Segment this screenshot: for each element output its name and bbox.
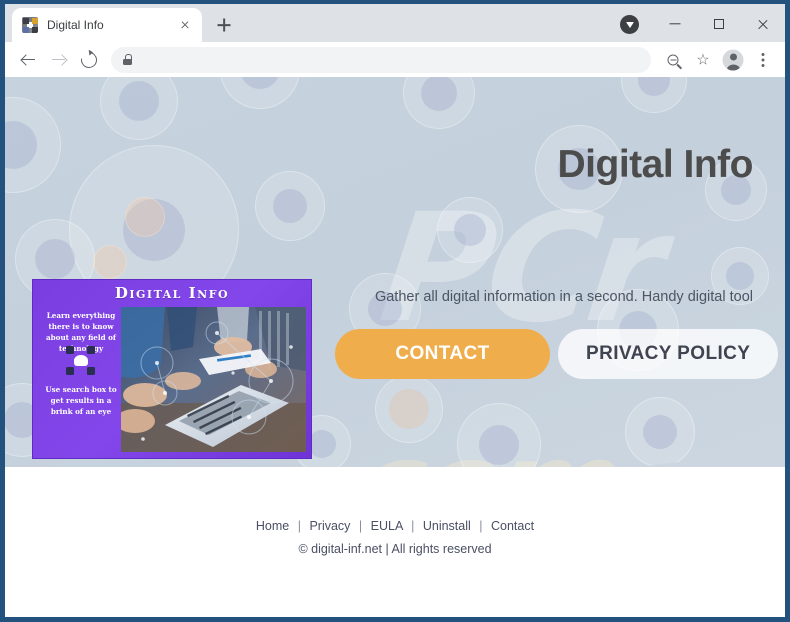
promo-banner[interactable]: Digital Info Learn everything there is t… [32,279,312,459]
tab-title: Digital Info [47,18,104,32]
footer-separator: | [411,519,415,533]
zoom-icon[interactable] [659,46,687,74]
privacy-policy-button[interactable]: PRIVACY POLICY [558,329,779,379]
page-footer: Home | Privacy | EULA | Uninstall | Cont… [5,467,785,617]
window-close-button[interactable] [741,9,785,39]
footer-link-privacy[interactable]: Privacy [309,519,350,533]
window-minimize-button[interactable] [653,9,697,39]
forward-button[interactable] [45,46,73,74]
hero-tagline: Gather all digital information in a seco… [374,289,753,305]
bokeh-circle [625,397,695,467]
contact-button[interactable]: CONTACT [335,329,550,379]
footer-links: Home | Privacy | EULA | Uninstall | Cont… [5,519,785,533]
bokeh-circle [93,245,127,279]
footer-link-contact[interactable]: Contact [491,519,534,533]
bokeh-circle [437,197,503,263]
bokeh-circle [621,77,687,113]
hero-action-buttons: CONTACT PRIVACY POLICY [335,329,779,379]
footer-separator: | [297,519,301,533]
footer-separator: | [358,519,363,533]
network-cloud-icon [66,346,96,376]
bokeh-circle [375,375,443,443]
three-dot-menu-icon[interactable] [749,46,777,74]
profile-badge-icon[interactable] [620,15,639,34]
bokeh-circle [100,77,178,140]
promo-copy-secondary: Use search box to get results in a brink… [45,385,117,417]
page-title: Digital Info [557,143,754,186]
address-bar[interactable] [111,46,651,73]
browser-window-inner: Digital Info ☆ PCr Digital Info Gather a… [5,4,785,617]
tab-close-icon[interactable] [176,16,194,34]
back-button[interactable] [15,46,43,74]
bokeh-circle [403,77,475,129]
lock-icon [123,54,132,65]
bokeh-circle [5,97,61,193]
bokeh-circle [125,197,165,237]
window-maximize-button[interactable] [697,9,741,39]
browser-window: Digital Info ☆ PCr Digital Info Gather a… [0,0,790,622]
footer-link-eula[interactable]: EULA [371,519,403,533]
tab-strip: Digital Info [5,4,785,42]
footer-link-uninstall[interactable]: Uninstall [423,519,471,533]
account-avatar-icon[interactable] [719,46,747,74]
star-icon[interactable]: ☆ [689,46,717,74]
footer-separator: | [479,519,483,533]
reload-button[interactable] [75,46,103,74]
footer-link-home[interactable]: Home [256,519,289,533]
browser-toolbar: ☆ [5,42,785,77]
footer-copyright: © digital-inf.net | All rights reserved [298,542,492,556]
tab-digital-info[interactable]: Digital Info [12,8,202,42]
team-working-on-laptop-photo [121,307,306,452]
bokeh-circle [255,171,325,241]
digital-info-favicon-icon [22,17,38,33]
new-tab-button[interactable] [210,11,238,39]
promo-title: Digital Info [114,284,230,302]
page-content: PCr com [5,77,785,617]
bokeh-circle [220,77,300,109]
